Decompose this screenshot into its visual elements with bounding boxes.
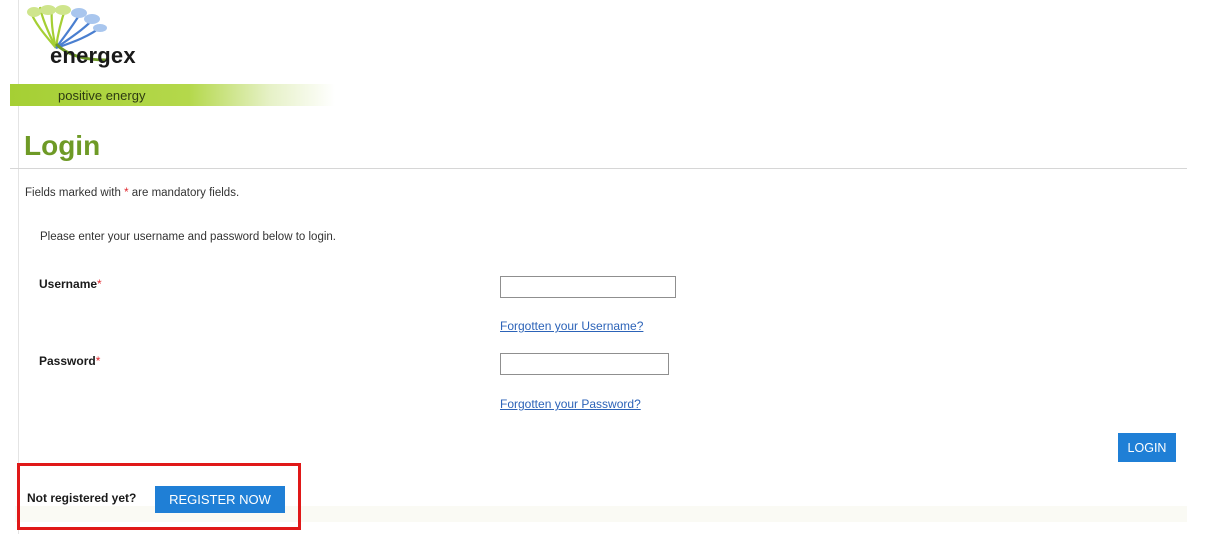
username-label-text: Username (39, 277, 98, 291)
username-label: Username* (39, 277, 102, 291)
tagline: positive energy (58, 88, 146, 103)
login-instructions: Please enter your username and password … (40, 231, 336, 243)
mandatory-note: Fields marked with * are mandatory field… (25, 187, 239, 199)
title-divider (10, 168, 1187, 169)
mandatory-note-prefix: Fields marked with (25, 187, 121, 199)
forgot-username-link[interactable]: Forgotten your Username? (500, 319, 643, 333)
required-asterisk: * (124, 187, 129, 199)
password-input[interactable] (500, 353, 669, 375)
password-label-text: Password (39, 354, 96, 368)
register-highlight-box (17, 463, 301, 530)
forgot-password-link[interactable]: Forgotten your Password? (500, 397, 641, 411)
username-required-mark: * (97, 277, 102, 291)
brand-name: energex (50, 43, 136, 68)
username-input[interactable] (500, 276, 676, 298)
password-required-mark: * (95, 354, 101, 368)
mandatory-note-suffix: are mandatory fields. (131, 187, 240, 199)
login-button[interactable]: LOGIN (1118, 433, 1176, 462)
page-title: Login (24, 130, 101, 161)
password-label: Password* (39, 354, 100, 368)
page-container (18, 0, 1205, 534)
